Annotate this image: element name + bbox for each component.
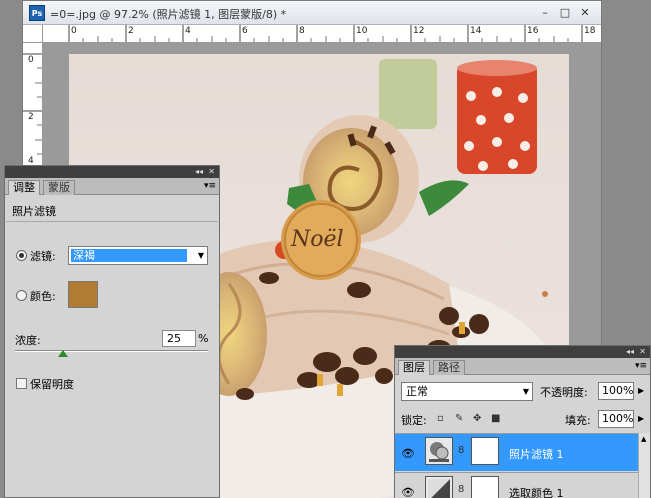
ruler-origin[interactable]: [23, 25, 43, 43]
density-label: 浓度:: [15, 334, 41, 347]
fill-label: 填充:: [565, 414, 591, 427]
close-icon[interactable]: ✕: [208, 166, 215, 178]
ruler-h-label: 4: [185, 26, 191, 36]
filter-label: 滤镜:: [30, 250, 56, 263]
collapse-icon[interactable]: ◂◂: [195, 166, 203, 178]
link-icon[interactable]: 8: [458, 445, 464, 456]
preserve-luminosity-label: 保留明度: [30, 378, 74, 391]
lock-transparency-icon[interactable]: ▫: [437, 414, 447, 424]
filter-dropdown[interactable]: 深褐 ▼: [68, 246, 208, 265]
close-button[interactable]: ✕: [576, 5, 594, 20]
ruler-h-label: 16: [527, 26, 539, 36]
ruler-h-label: 8: [299, 26, 305, 36]
adjustment-layer-thumbnail[interactable]: [425, 476, 453, 498]
opacity-arrow-icon[interactable]: ▶: [638, 386, 644, 395]
layer-mask-thumbnail[interactable]: [471, 437, 499, 465]
maximize-button[interactable]: □: [556, 5, 574, 20]
tab-paths[interactable]: 路径: [433, 360, 465, 375]
tab-adjustments[interactable]: 调整: [8, 180, 40, 195]
eye-icon[interactable]: 👁: [401, 486, 415, 498]
adjustment-layer-thumbnail[interactable]: [425, 437, 453, 465]
photoshop-app-icon: Ps: [29, 5, 45, 21]
blend-mode-dropdown[interactable]: 正常 ▼: [401, 382, 533, 401]
density-unit: %: [198, 332, 209, 345]
panel-menu-icon[interactable]: ▾≡: [635, 361, 647, 371]
ruler-h-label: 14: [470, 26, 482, 36]
chevron-down-icon: ▼: [522, 387, 529, 396]
ruler-h-label: 6: [242, 26, 248, 36]
tab-masks[interactable]: 蒙版: [43, 180, 75, 195]
link-icon[interactable]: 8: [458, 484, 464, 495]
divider: [6, 221, 218, 222]
adjustment-title: 照片滤镜: [12, 205, 56, 218]
layers-scrollbar[interactable]: ▲: [638, 433, 650, 498]
close-icon[interactable]: ✕: [639, 346, 646, 358]
fill-input[interactable]: 100%: [598, 410, 634, 428]
layer-mask-thumbnail[interactable]: [471, 476, 499, 498]
photo-filter-icon: [429, 442, 449, 462]
ruler-v-label: 2: [28, 112, 34, 122]
filter-value: 深褐: [71, 249, 187, 262]
ruler-ticks: [68, 25, 583, 42]
opacity-input[interactable]: 100%: [598, 382, 634, 400]
density-slider[interactable]: [15, 350, 208, 352]
layer-name[interactable]: 选取颜色 1: [509, 485, 564, 498]
lock-all-icon[interactable]: ■: [491, 414, 501, 424]
panel-tabs: 图层 路径 ▾≡: [395, 358, 650, 375]
panel-tabs: 调整 蒙版 ▾≡: [5, 178, 219, 195]
document-titlebar[interactable]: Ps =0=.jpg @ 97.2% (照片滤镜 1, 图层蒙版/8) * – …: [23, 1, 601, 25]
color-radio[interactable]: [16, 290, 27, 301]
blend-mode-value: 正常: [406, 385, 428, 398]
eye-icon[interactable]: 👁: [401, 447, 415, 460]
density-input[interactable]: 25: [162, 330, 196, 347]
lock-image-icon[interactable]: ✎: [455, 414, 465, 424]
layer-row[interactable]: 👁 8 照片滤镜 1: [395, 433, 640, 471]
density-slider-thumb[interactable]: [58, 350, 69, 357]
filter-radio[interactable]: [16, 250, 27, 261]
ruler-h-label: 2: [128, 26, 134, 36]
panel-header[interactable]: ◂◂ ✕: [5, 166, 219, 178]
fill-arrow-icon[interactable]: ▶: [638, 414, 644, 423]
minimize-button[interactable]: –: [536, 5, 554, 20]
ruler-h-label: 10: [356, 26, 368, 36]
document-title: =0=.jpg @ 97.2% (照片滤镜 1, 图层蒙版/8) *: [50, 8, 287, 21]
ruler-h-label: 18: [584, 26, 596, 36]
lock-position-icon[interactable]: ✥: [473, 414, 483, 424]
ruler-h-label: 12: [413, 26, 425, 36]
panel-header[interactable]: ◂◂ ✕: [395, 346, 650, 358]
layers-panel: ◂◂ ✕ 图层 路径 ▾≡ 正常 ▼ 不透明度: 100% ▶ 锁定: ▫ ✎ …: [394, 345, 651, 498]
preserve-luminosity-checkbox[interactable]: [16, 378, 27, 389]
layer-name[interactable]: 照片滤镜 1: [509, 446, 564, 462]
ruler-v-label: 0: [28, 55, 34, 65]
horizontal-ruler[interactable]: 0 2 4 6 8 10 12 14 16 18: [43, 25, 601, 43]
scroll-up-icon[interactable]: ▲: [641, 435, 646, 443]
layer-row[interactable]: 👁 8 选取颜色 1: [395, 472, 640, 498]
color-label: 颜色:: [30, 290, 56, 303]
adjustments-panel: ◂◂ ✕ 调整 蒙版 ▾≡ 照片滤镜 滤镜: 深褐 ▼ 颜色: 浓度: 25 %…: [4, 165, 220, 498]
selective-color-icon: [428, 479, 450, 498]
panel-menu-icon[interactable]: ▾≡: [204, 181, 216, 191]
collapse-icon[interactable]: ◂◂: [626, 346, 634, 358]
opacity-label: 不透明度:: [540, 386, 588, 399]
color-swatch[interactable]: [68, 281, 98, 308]
lock-label: 锁定:: [401, 414, 427, 427]
chevron-down-icon: ▼: [197, 251, 204, 260]
cookie-text: Noël: [290, 227, 344, 252]
tab-layers[interactable]: 图层: [398, 360, 430, 375]
ruler-h-label: 0: [71, 26, 77, 36]
